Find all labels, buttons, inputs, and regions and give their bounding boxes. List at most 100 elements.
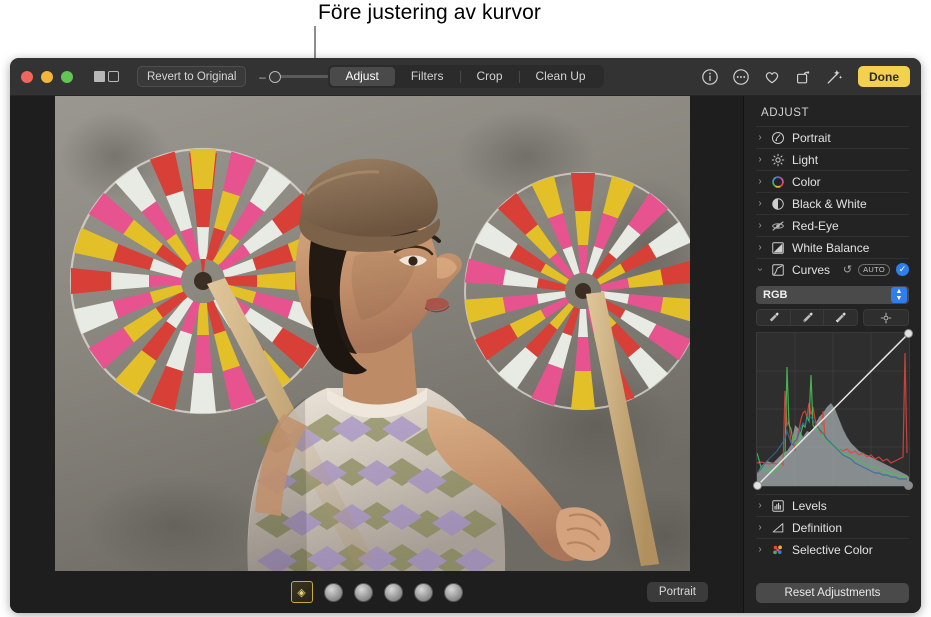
white-point-eyedropper[interactable] xyxy=(824,310,857,325)
sidebar-label: White Balance xyxy=(792,241,909,255)
red-eye-icon xyxy=(771,219,785,233)
auto-button[interactable]: AUTO xyxy=(858,264,890,276)
black-white-icon xyxy=(771,197,785,211)
more-options-icon[interactable] xyxy=(732,68,750,86)
rotate-icon[interactable] xyxy=(794,68,812,86)
sidebar-item-light[interactable]: › Light xyxy=(756,148,909,170)
sidebar-label: Selective Color xyxy=(792,543,909,557)
photo-preview[interactable] xyxy=(55,96,690,571)
callout-label: Före justering av kurvor xyxy=(318,1,541,25)
revert-to-original-button[interactable]: Revert to Original xyxy=(137,66,246,87)
chevron-right-icon[interactable]: › xyxy=(756,242,764,253)
chevron-right-icon[interactable]: › xyxy=(756,544,764,555)
chevron-right-icon[interactable]: › xyxy=(756,176,764,187)
sidebar-item-curves[interactable]: › Curves ↺ AUTO ✓ xyxy=(756,258,909,280)
tab-adjust[interactable]: Adjust xyxy=(329,67,394,86)
window-controls[interactable] xyxy=(21,71,73,83)
light-icon xyxy=(771,153,785,167)
curve-white-point-handle[interactable] xyxy=(904,329,913,338)
info-icon[interactable] xyxy=(701,68,719,86)
reset-adjustments-label: Reset Adjustments xyxy=(785,587,881,599)
zoom-slider-knob[interactable] xyxy=(269,71,281,83)
eyedropper-group xyxy=(756,309,858,326)
sidebar-item-levels[interactable]: › Levels xyxy=(756,494,909,516)
crosshair-glyph xyxy=(880,312,892,324)
close-button[interactable] xyxy=(21,71,33,83)
editor-body: ◈ Portrait ADJUST › xyxy=(10,96,921,613)
sidebar-label: Definition xyxy=(792,521,909,535)
tab-crop[interactable]: Crop xyxy=(460,67,518,86)
curves-icon xyxy=(771,263,785,277)
auto-enhance-wand-icon[interactable] xyxy=(825,68,843,86)
filmstrip-items: ◈ xyxy=(291,581,463,603)
black-point-eyedropper[interactable] xyxy=(757,310,791,325)
variant-thumb-5[interactable] xyxy=(444,583,463,602)
tab-clean-up[interactable]: Clean Up xyxy=(520,67,602,86)
photo-artwork xyxy=(55,96,690,571)
curves-enabled-checkbox[interactable]: ✓ xyxy=(896,263,909,276)
chevron-up-glyph: ▲ xyxy=(896,288,903,295)
sidebar-label: Color xyxy=(792,175,909,189)
chevron-right-icon[interactable]: › xyxy=(756,522,764,533)
sidebar-item-red-eye[interactable]: › Red-Eye xyxy=(756,214,909,236)
target-crosshair-icon[interactable] xyxy=(863,309,909,326)
variant-thumb-3[interactable] xyxy=(384,583,403,602)
zoom-out-icon[interactable]: – xyxy=(258,71,266,83)
favorite-heart-icon[interactable] xyxy=(763,68,781,86)
sidebar-item-white-balance[interactable]: › White Balance xyxy=(756,236,909,258)
white-balance-icon xyxy=(771,241,785,255)
levels-icon xyxy=(771,499,785,513)
curves-editor[interactable] xyxy=(756,332,910,487)
editor-mode-tabs: Adjust Filters Crop Clean Up xyxy=(327,65,603,88)
sidebar-label: Light xyxy=(792,153,909,167)
eyedropper-icon xyxy=(834,311,847,324)
eyedropper-icon xyxy=(767,311,780,324)
sidebar-item-portrait[interactable]: › Portrait xyxy=(756,126,909,148)
portrait-icon xyxy=(771,131,785,145)
gray-point-eyedropper[interactable] xyxy=(791,310,825,325)
reset-adjustments-button[interactable]: Reset Adjustments xyxy=(756,583,909,603)
done-button[interactable]: Done xyxy=(858,66,910,87)
toolbar-right-actions: Done xyxy=(701,66,910,87)
zoom-button[interactable] xyxy=(61,71,73,83)
chevron-right-icon[interactable]: › xyxy=(756,198,764,209)
chevron-right-icon[interactable]: › xyxy=(756,500,764,511)
window-toolbar: Revert to Original – + Adjust Filters Cr… xyxy=(10,58,921,96)
minimize-button[interactable] xyxy=(41,71,53,83)
sidebar-item-black-white[interactable]: › Black & White xyxy=(756,192,909,214)
compare-split-icon[interactable] xyxy=(94,71,119,82)
color-wheel-icon xyxy=(771,175,785,189)
chevron-down-icon[interactable]: › xyxy=(755,266,766,274)
chevron-right-icon[interactable]: › xyxy=(756,132,764,143)
chevron-down-glyph: ▼ xyxy=(896,295,903,302)
curve-range-handle[interactable] xyxy=(904,481,913,490)
sidebar-item-definition[interactable]: › Definition xyxy=(756,516,909,538)
tab-filters[interactable]: Filters xyxy=(395,67,460,86)
chevron-right-icon[interactable]: › xyxy=(756,220,764,231)
curves-channel-select[interactable]: RGB ▲ ▼ xyxy=(756,286,909,304)
portrait-badge[interactable]: Portrait xyxy=(647,582,708,602)
curves-histogram xyxy=(757,333,909,486)
zoom-slider-track[interactable] xyxy=(271,75,329,78)
variant-thumb-1[interactable] xyxy=(324,583,343,602)
reset-undo-icon[interactable]: ↺ xyxy=(843,263,852,276)
curve-black-point-handle[interactable] xyxy=(753,481,762,490)
sidebar-label: Curves xyxy=(792,263,836,277)
chevron-updown-icon[interactable]: ▲ ▼ xyxy=(891,287,907,303)
photos-editor-window: Revert to Original – + Adjust Filters Cr… xyxy=(10,58,921,613)
eyedropper-icon xyxy=(801,311,814,324)
compare-filled-square xyxy=(94,71,105,82)
compare-outline-square xyxy=(108,71,119,82)
original-version-icon[interactable]: ◈ xyxy=(291,581,313,603)
variant-thumb-2[interactable] xyxy=(354,583,373,602)
sidebar-title: ADJUST xyxy=(756,96,909,126)
definition-icon xyxy=(771,521,785,535)
revert-label: Revert to Original xyxy=(147,71,236,83)
curves-channel-value: RGB xyxy=(763,289,787,301)
sidebar-item-color[interactable]: › Color xyxy=(756,170,909,192)
chevron-right-icon[interactable]: › xyxy=(756,154,764,165)
sidebar-item-selective-color[interactable]: › Selective Color xyxy=(756,538,909,560)
variant-thumb-4[interactable] xyxy=(414,583,433,602)
photo-canvas-area: ◈ Portrait xyxy=(10,96,743,613)
sidebar-label: Portrait xyxy=(792,131,909,145)
